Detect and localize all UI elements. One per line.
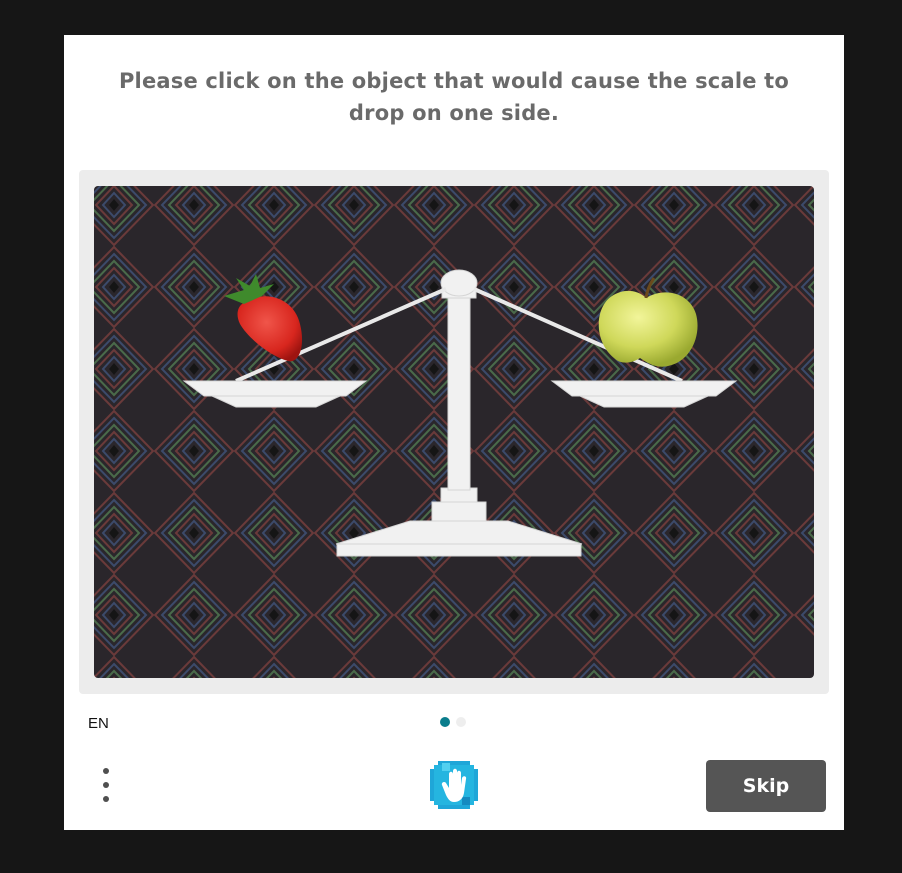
skip-button[interactable]: Skip xyxy=(706,760,826,812)
challenge-image[interactable] xyxy=(94,186,814,678)
image-frame xyxy=(79,170,829,694)
vertical-ellipsis-icon xyxy=(103,768,109,774)
page-dot-active[interactable] xyxy=(440,717,450,727)
language-selector[interactable]: EN xyxy=(88,715,109,732)
challenge-card: Please click on the object that would ca… xyxy=(64,35,844,830)
page-dot-inactive[interactable] xyxy=(456,717,466,727)
vertical-ellipsis-icon xyxy=(103,782,109,788)
vertical-ellipsis-icon xyxy=(103,796,109,802)
hand-logo-icon xyxy=(428,759,480,811)
menu-button[interactable] xyxy=(94,765,118,805)
challenge-prompt: Please click on the object that would ca… xyxy=(118,69,790,125)
page-indicator xyxy=(440,717,466,727)
